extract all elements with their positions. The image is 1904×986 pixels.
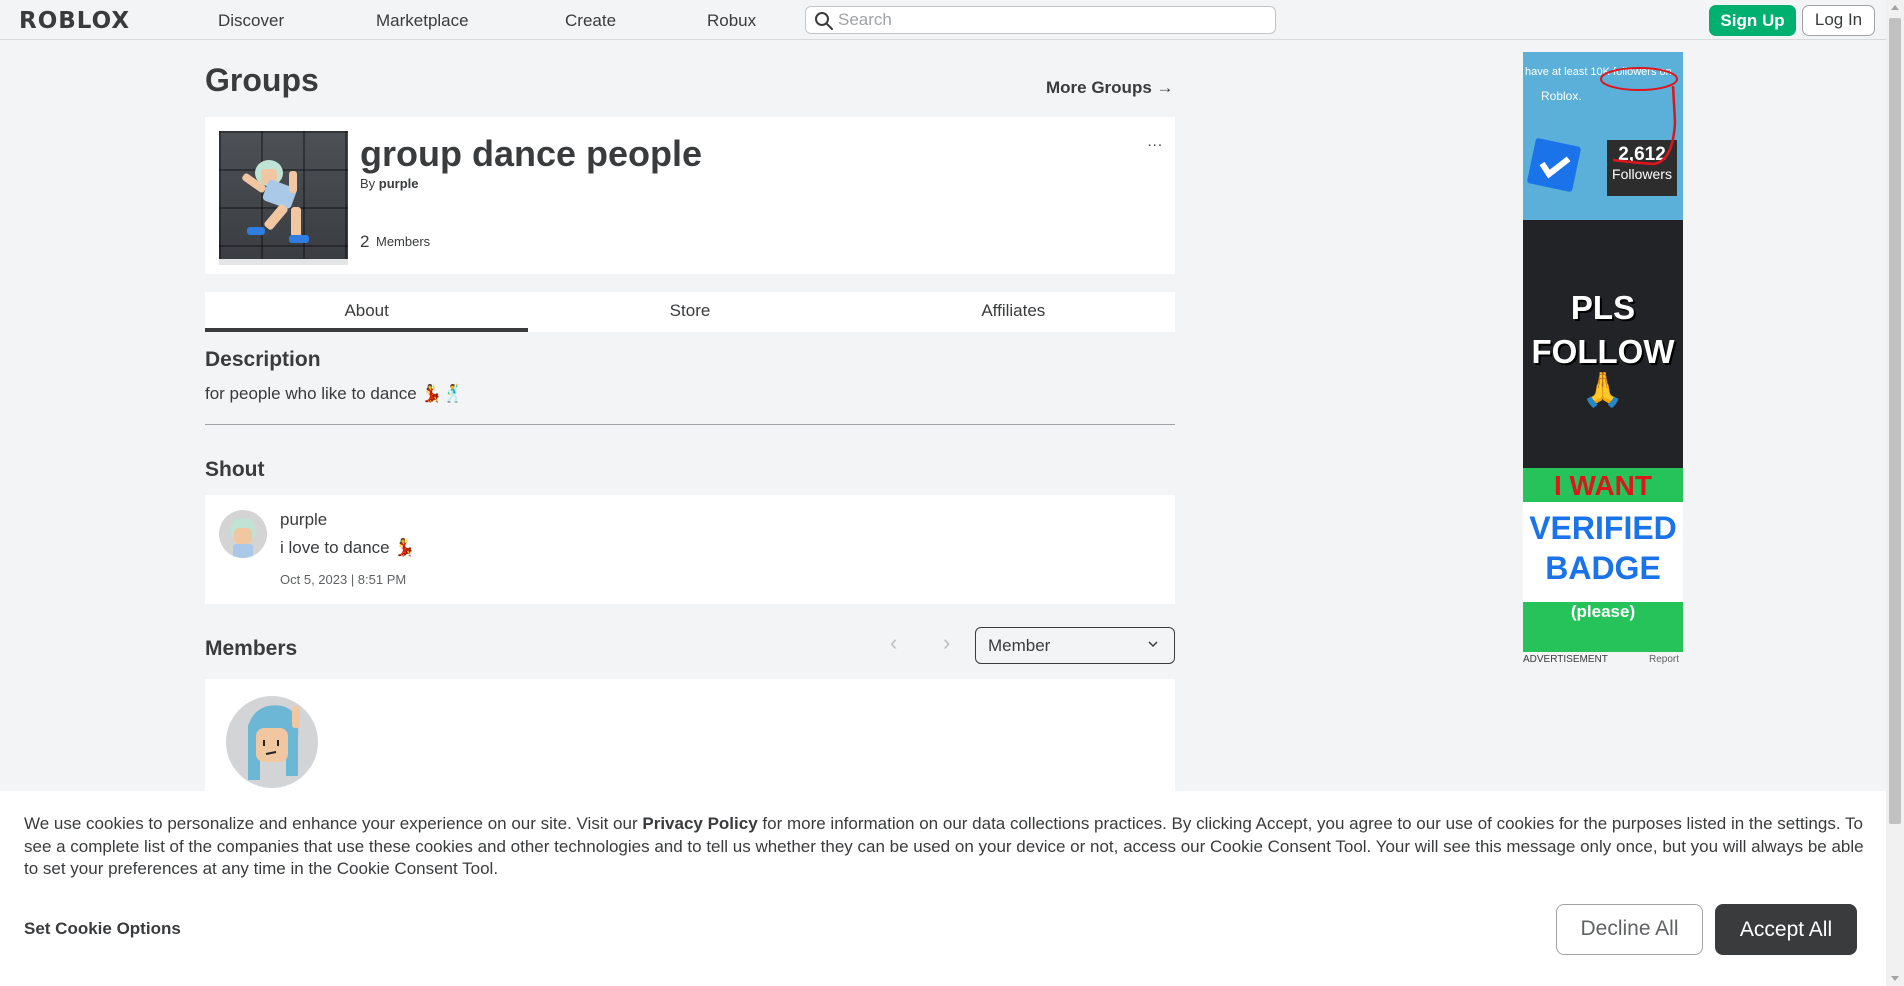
members-count: 2 <box>360 232 370 251</box>
nav-link-create[interactable]: Create <box>565 11 616 31</box>
role-select-dropdown[interactable]: Member <box>975 627 1175 664</box>
accept-all-button[interactable]: Accept All <box>1715 904 1857 955</box>
ad-please-text: (please) <box>1570 602 1636 621</box>
by-prefix: By <box>360 176 376 191</box>
set-cookie-options-link[interactable]: Set Cookie Options <box>24 919 181 939</box>
chevron-right-icon[interactable]: › <box>943 630 950 656</box>
nav-link-discover[interactable]: Discover <box>218 11 284 31</box>
shout-text: i love to dance 💃 <box>280 538 416 557</box>
group-emblem-image <box>219 131 348 259</box>
section-divider <box>205 424 1175 425</box>
role-select-value: Member <box>988 636 1051 655</box>
search-input[interactable] <box>838 7 1268 33</box>
page-title: Groups <box>205 62 319 98</box>
scroll-thumb[interactable] <box>1889 18 1901 824</box>
search-icon <box>815 12 833 30</box>
page-scrollbar[interactable] <box>1886 0 1904 986</box>
tab-about[interactable]: About <box>205 292 529 332</box>
top-navigation-bar: ROBLOX Discover Marketplace Create Robux… <box>0 0 1886 40</box>
ad-i-want-text: I WANT <box>1523 468 1683 502</box>
advertisement-label: ADVERTISEMENT <box>1523 654 1608 665</box>
chevron-down-icon <box>1148 641 1158 648</box>
description-heading: Description <box>205 348 321 371</box>
scroll-down-arrow-icon[interactable] <box>1891 976 1899 981</box>
ad-pls-follow-text: PLS FOLLOW <box>1531 289 1675 370</box>
search-box[interactable] <box>805 6 1276 34</box>
tab-store[interactable]: Store <box>528 292 851 332</box>
cookie-text: We use cookies to personalize and enhanc… <box>24 814 1864 878</box>
cookie-consent-banner: We use cookies to personalize and enhanc… <box>0 791 1886 986</box>
ad-verified-badge-text: VERIFIED BADGE <box>1529 510 1677 586</box>
ad-report-link[interactable]: Report <box>1649 654 1679 665</box>
members-heading: Members <box>205 637 298 660</box>
advertisement-banner[interactable]: have at least 10K followers on Roblox. 2… <box>1523 52 1683 652</box>
more-groups-link[interactable]: More Groups → <box>1046 78 1174 98</box>
ad-pray-emoji: 🙏 <box>1581 371 1625 409</box>
more-options-icon[interactable]: ... <box>1147 133 1163 150</box>
scroll-up-arrow-icon[interactable] <box>1891 5 1899 10</box>
privacy-policy-link[interactable]: Privacy Policy <box>642 814 757 833</box>
red-scribble-annotation <box>1600 67 1678 166</box>
shout-card: purple i love to dance 💃 Oct 5, 2023 | 8… <box>205 495 1175 604</box>
ad-please-strip: (please) <box>1523 602 1683 652</box>
group-header-card: group dance people By purple 2 Members .… <box>205 117 1175 274</box>
sign-up-button[interactable]: Sign Up <box>1709 5 1796 36</box>
nav-link-marketplace[interactable]: Marketplace <box>376 11 469 31</box>
tab-affiliates[interactable]: Affiliates <box>852 292 1175 332</box>
description-text: for people who like to dance 💃🕺 <box>205 384 464 403</box>
members-label: Members <box>376 234 431 249</box>
shout-username[interactable]: purple <box>280 510 327 530</box>
member-avatar[interactable] <box>226 696 318 788</box>
group-tabs: About Store Affiliates <box>205 292 1175 332</box>
roblox-logo[interactable]: ROBLOX <box>19 8 130 34</box>
members-list-card <box>205 679 1175 799</box>
log-in-button[interactable]: Log In <box>1802 5 1875 36</box>
chevron-left-icon[interactable]: ‹ <box>890 630 897 656</box>
shout-heading: Shout <box>205 458 265 481</box>
shout-timestamp: Oct 5, 2023 | 8:51 PM <box>280 572 407 587</box>
group-name: group dance people <box>360 133 703 174</box>
shout-avatar[interactable] <box>219 510 267 558</box>
decline-all-button[interactable]: Decline All <box>1556 904 1703 955</box>
group-owner-line: By purple <box>360 176 419 191</box>
nav-link-robux[interactable]: Robux <box>707 11 756 31</box>
group-owner-link[interactable]: purple <box>379 176 419 191</box>
